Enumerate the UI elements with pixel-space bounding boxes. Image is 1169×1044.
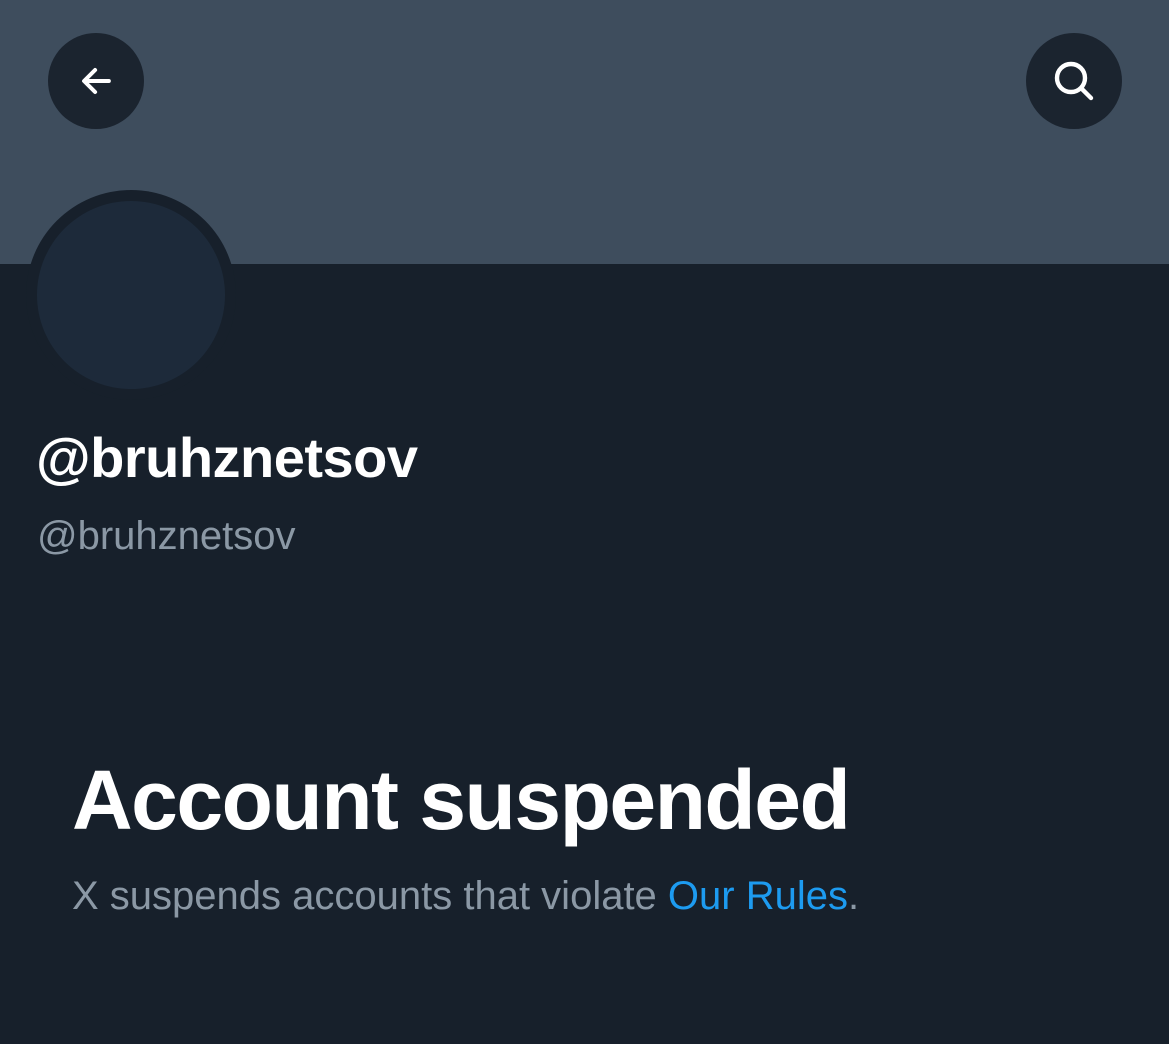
search-icon bbox=[1054, 61, 1094, 101]
suspension-message-text: X suspends accounts that violate bbox=[72, 874, 668, 918]
profile-handle: @bruhznetsov bbox=[37, 514, 296, 558]
suspension-message-end: . bbox=[847, 874, 860, 918]
suspension-title: Account suspended bbox=[72, 753, 851, 847]
back-button[interactable] bbox=[48, 33, 144, 129]
avatar-frame bbox=[26, 190, 236, 400]
arrow-left-icon bbox=[82, 67, 111, 95]
our-rules-link[interactable]: Our Rules bbox=[668, 874, 848, 918]
search-button[interactable] bbox=[1026, 33, 1122, 129]
profile-page: @bruhznetsov @bruhznetsov Account suspen… bbox=[0, 0, 1169, 1044]
suspension-message: X suspends accounts that violate Our Rul… bbox=[72, 874, 859, 919]
avatar[interactable] bbox=[37, 201, 225, 389]
profile-display-name: @bruhznetsov bbox=[36, 426, 418, 489]
